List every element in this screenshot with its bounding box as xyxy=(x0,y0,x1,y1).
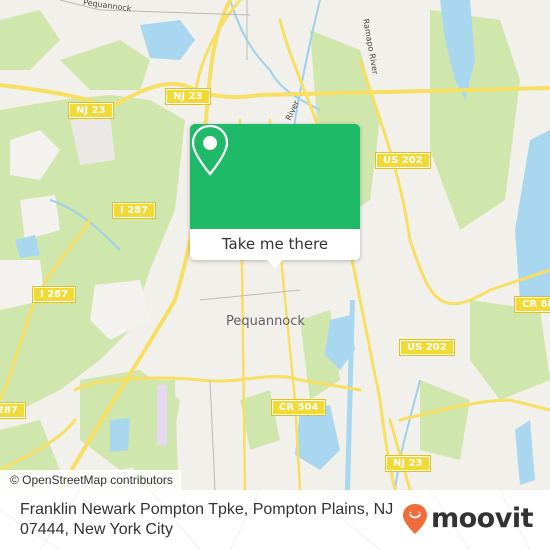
road-shield-i287: I 287 xyxy=(111,202,157,219)
footer: Franklin Newark Pompton Tpke, Pompton Pl… xyxy=(0,490,550,550)
moovit-logo-pin-icon xyxy=(403,504,427,534)
road-shield-cr504: CR 504 xyxy=(270,399,327,416)
road-shield-us202: US 202 xyxy=(399,339,455,356)
address-text: Franklin Newark Pompton Tpke, Pompton Pl… xyxy=(20,501,394,538)
road-shield-nj23: NJ 23 xyxy=(68,102,114,119)
brand-name: moovit xyxy=(431,503,534,534)
take-me-there-button[interactable]: Take me there xyxy=(190,229,360,260)
popup-arrow xyxy=(266,259,284,268)
moovit-logo[interactable]: moovit xyxy=(402,503,534,535)
road-shield-cr68: CR 68 xyxy=(513,296,550,313)
popup-pin-area[interactable] xyxy=(190,124,360,229)
map-view[interactable]: Pequannock Ramapo River River NJ 23 NJ 2… xyxy=(0,0,550,490)
place-label-pequannock: Pequannock xyxy=(226,314,305,329)
road-shield-nj23: NJ 23 xyxy=(165,88,211,105)
location-popup: Take me there xyxy=(190,124,360,268)
map-pin-icon xyxy=(191,124,229,176)
road-shield-nj23: NJ 23 xyxy=(385,455,431,472)
road-shield-i287: 287 xyxy=(0,402,26,419)
road-shield-i287: I 287 xyxy=(31,286,77,303)
road-shield-us202: US 202 xyxy=(375,152,431,169)
map-attribution[interactable]: © OpenStreetMap contributors xyxy=(0,470,181,490)
landuse-area xyxy=(157,385,167,445)
